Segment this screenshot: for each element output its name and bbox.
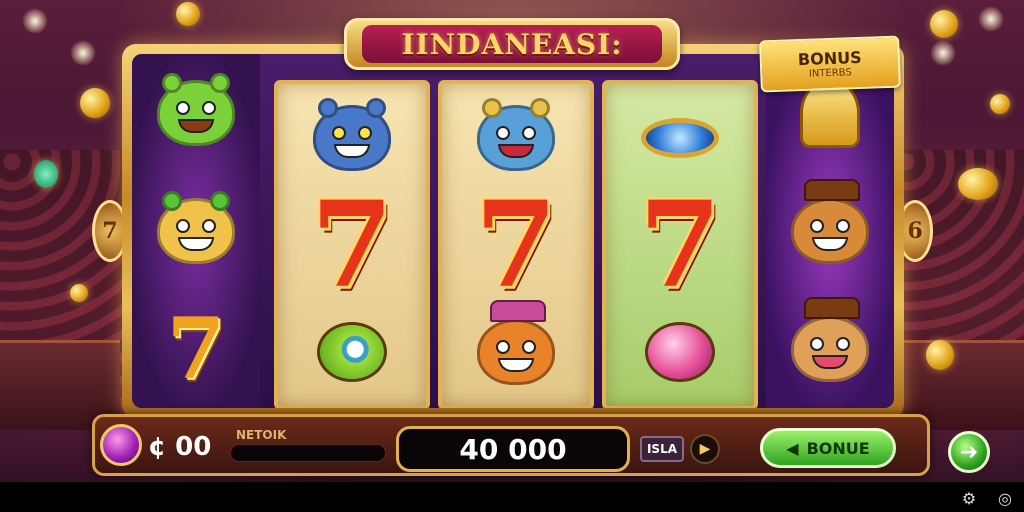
flying-coin-icon (70, 284, 88, 302)
flying-coin-icon (930, 10, 958, 38)
bonus-button-label: BONUE (806, 438, 870, 458)
seven-symbol: 7 (146, 306, 246, 392)
fox-cap-icon (466, 300, 566, 395)
network-label: NETOIK (236, 428, 287, 442)
red-seven-symbol: 7 (302, 185, 402, 303)
puzzle-icon[interactable]: ⚙ (958, 488, 980, 508)
blue-creature-icon (466, 95, 566, 181)
hat-dog-icon (780, 297, 880, 392)
game-title: IINDANEASI: (401, 27, 623, 61)
game-title-banner: IINDANEASI: (344, 18, 680, 70)
flying-coin-icon (80, 88, 110, 118)
bonus-banner-subtitle: INTERBS (808, 67, 852, 80)
reel-3: 7 (602, 80, 758, 408)
bet-label-button[interactable]: ISLA (640, 436, 684, 462)
reel-2: 7 (438, 80, 594, 408)
red-seven-text: 7 (638, 174, 722, 314)
hat-bear-icon (780, 179, 880, 274)
play-icon[interactable]: ▶ (690, 434, 720, 464)
red-seven-text: 7 (474, 174, 558, 314)
blue-monster-icon (302, 95, 402, 181)
side-ornament-right-label: 6 (907, 218, 923, 244)
slot-machine-window: 7 7 7 7 (132, 54, 894, 408)
reel-1: 7 (274, 80, 430, 408)
stage-light (22, 8, 48, 34)
flying-coin-icon (34, 160, 58, 188)
settings-ring-icon[interactable]: ◎ (994, 488, 1016, 508)
slot-machine-frame: 7 7 7 7 (122, 44, 904, 418)
stage-light (70, 40, 96, 66)
gem-menu-button[interactable] (100, 424, 142, 466)
win-amount-field: 40 000 (396, 426, 630, 472)
network-field (230, 444, 386, 462)
credit-value: ¢ 00 (148, 432, 212, 462)
footer-strip (0, 482, 1024, 512)
spiky-lion-icon (146, 188, 246, 274)
seven-symbol-text: 7 (166, 299, 226, 398)
left-arrow-icon: ◀ (786, 438, 799, 458)
stage-light (930, 40, 956, 66)
flying-coin-icon (990, 94, 1010, 114)
pink-orb-icon (630, 309, 730, 395)
left-side-column: 7 (132, 54, 260, 408)
bonus-button[interactable]: ◀ BONUE (760, 428, 896, 468)
bonus-banner[interactable]: BONUS INTERBS (759, 35, 901, 93)
stage-light (978, 6, 1004, 32)
bonus-banner-title: BONUS (797, 47, 862, 70)
next-arrow-button[interactable]: ➜ (948, 431, 990, 473)
green-flower-icon (302, 309, 402, 395)
flying-coin-icon (176, 2, 200, 26)
right-side-column (766, 54, 894, 408)
red-seven-symbol: 7 (630, 185, 730, 303)
win-amount: 40 000 (459, 432, 567, 466)
blue-ring-icon (630, 95, 730, 181)
flying-coin-icon (958, 168, 998, 200)
green-hippo-icon (146, 70, 246, 156)
red-seven-symbol: 7 (466, 185, 566, 303)
side-ornament-left-label: 7 (102, 218, 118, 244)
red-seven-text: 7 (310, 174, 394, 314)
flying-coin-icon (926, 340, 954, 370)
